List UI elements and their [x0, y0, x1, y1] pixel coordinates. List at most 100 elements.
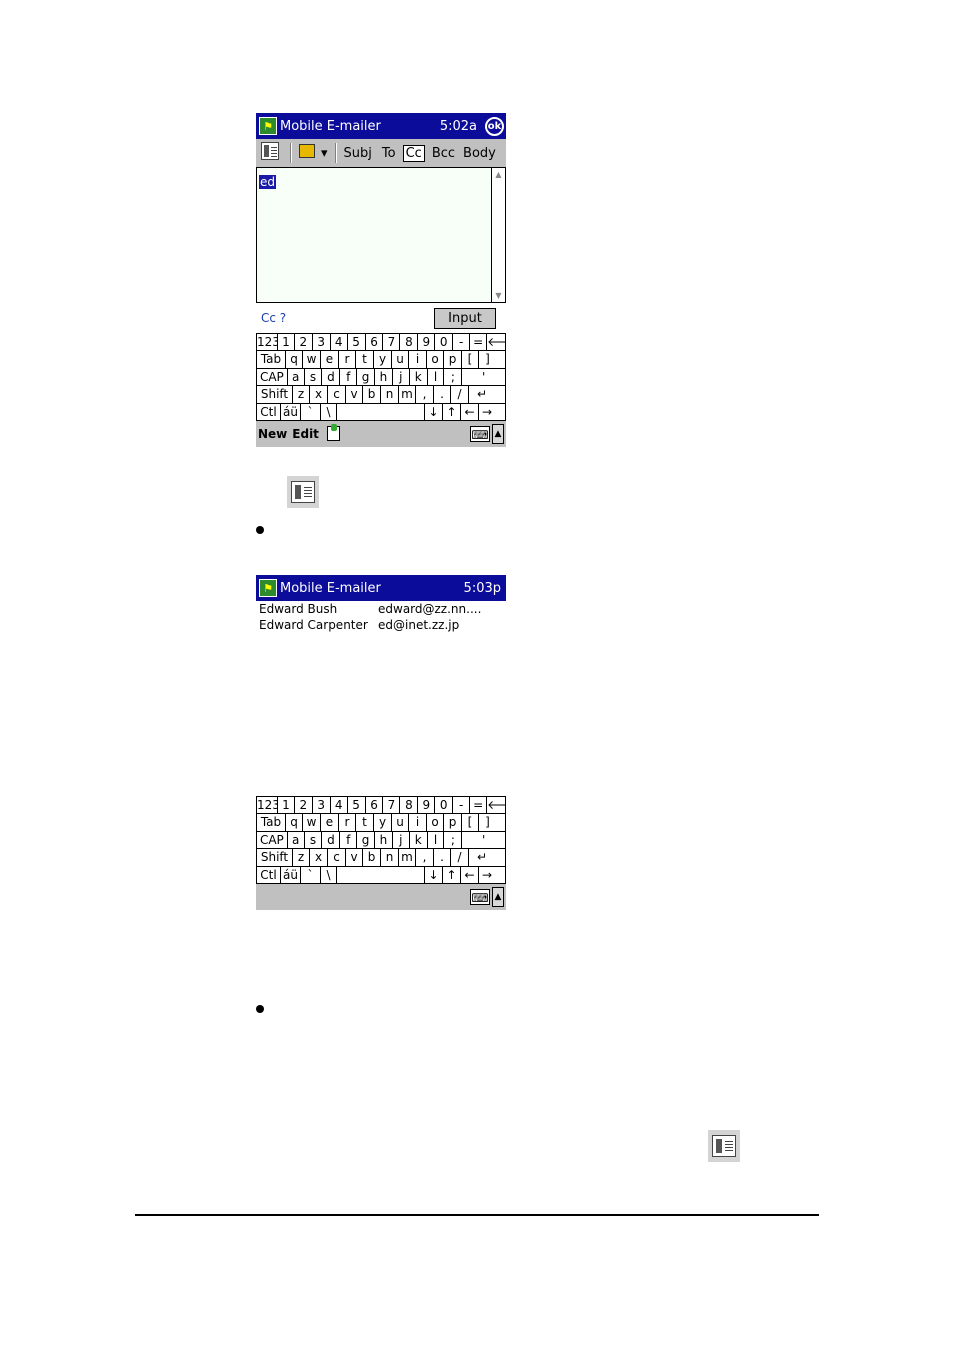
- key[interactable]: 7: [383, 797, 401, 814]
- key[interactable]: ↵: [469, 849, 495, 865]
- key[interactable]: ↵: [469, 386, 495, 402]
- vertical-scrollbar[interactable]: ▲ ▼: [491, 168, 505, 302]
- key[interactable]: ,: [416, 849, 434, 866]
- key[interactable]: áü: [281, 866, 301, 883]
- subj-button[interactable]: Subj: [341, 145, 375, 162]
- key[interactable]: h: [375, 831, 393, 849]
- key[interactable]: Ctl: [257, 866, 281, 883]
- key[interactable]: [: [462, 814, 479, 831]
- key[interactable]: p: [444, 814, 462, 831]
- scroll-up-icon[interactable]: ▲: [492, 168, 505, 181]
- key[interactable]: d: [322, 368, 341, 386]
- key[interactable]: `: [301, 403, 321, 420]
- key[interactable]: 4: [331, 797, 348, 814]
- key[interactable]: h: [375, 368, 393, 386]
- key[interactable]: ←: [461, 866, 479, 883]
- key[interactable]: 7: [383, 334, 401, 351]
- key[interactable]: a: [288, 368, 305, 386]
- address-book-button[interactable]: [258, 141, 282, 165]
- key[interactable]: n: [381, 386, 399, 403]
- key[interactable]: \: [321, 866, 337, 883]
- key[interactable]: i: [409, 814, 427, 831]
- key[interactable]: -: [453, 797, 471, 814]
- key[interactable]: 2: [295, 797, 313, 814]
- key[interactable]: 0: [435, 334, 454, 351]
- key[interactable]: m: [399, 849, 416, 866]
- key[interactable]: z: [293, 849, 310, 866]
- key[interactable]: o: [427, 351, 444, 368]
- key[interactable]: 🡐: [487, 797, 505, 813]
- key[interactable]: =: [470, 334, 488, 351]
- start-flag-icon[interactable]: ⚑: [259, 579, 277, 597]
- key[interactable]: f: [340, 831, 358, 849]
- key[interactable]: l: [428, 368, 445, 386]
- to-button[interactable]: To: [379, 145, 399, 162]
- key[interactable]: y: [374, 814, 392, 831]
- key[interactable]: 9: [418, 797, 436, 814]
- key[interactable]: /: [451, 386, 469, 403]
- key[interactable]: l: [428, 831, 445, 849]
- ok-button[interactable]: ok: [485, 116, 504, 136]
- key[interactable]: r: [339, 351, 356, 368]
- key[interactable]: s: [305, 831, 323, 849]
- key[interactable]: r: [339, 814, 356, 831]
- bcc-button[interactable]: Bcc: [429, 145, 458, 162]
- start-flag-icon[interactable]: ⚑: [259, 117, 277, 135]
- key[interactable]: [337, 403, 425, 420]
- contact-row[interactable]: Edward Carpenter ed@inet.zz.jp: [256, 617, 506, 633]
- sip-up-arrow-icon[interactable]: ▲: [492, 423, 504, 444]
- clock[interactable]: 5:03p: [464, 581, 501, 596]
- key[interactable]: v: [346, 386, 363, 403]
- key[interactable]: a: [288, 831, 305, 849]
- cc-button[interactable]: Cc: [402, 144, 425, 162]
- key[interactable]: p: [444, 351, 462, 368]
- key[interactable]: j: [393, 368, 410, 386]
- key[interactable]: 6: [366, 797, 384, 814]
- key[interactable]: ]: [479, 814, 496, 830]
- key[interactable]: u: [392, 351, 409, 368]
- input-button[interactable]: Input: [434, 307, 496, 329]
- key[interactable]: →: [479, 867, 495, 883]
- key[interactable]: ↓: [425, 403, 443, 420]
- key[interactable]: 0: [435, 797, 454, 814]
- key[interactable]: ↓: [425, 866, 443, 883]
- key[interactable]: ]: [479, 351, 496, 367]
- key[interactable]: w: [303, 814, 321, 831]
- clock[interactable]: 5:02a: [440, 119, 477, 134]
- keyboard-icon[interactable]: ⌨: [470, 425, 490, 442]
- key[interactable]: e: [321, 814, 339, 831]
- key[interactable]: b: [363, 849, 381, 866]
- key[interactable]: .: [434, 386, 451, 403]
- key[interactable]: g: [357, 831, 376, 849]
- key[interactable]: o: [427, 814, 444, 831]
- key[interactable]: 1: [278, 797, 295, 814]
- key[interactable]: k: [410, 831, 428, 849]
- key[interactable]: k: [410, 368, 428, 386]
- key[interactable]: 9: [418, 334, 436, 351]
- key[interactable]: g: [357, 368, 376, 386]
- key[interactable]: x: [310, 849, 328, 866]
- book-button[interactable]: [296, 143, 318, 163]
- dropdown-arrow[interactable]: ▾: [318, 145, 331, 162]
- body-button[interactable]: Body: [460, 145, 499, 162]
- key[interactable]: [: [462, 351, 479, 368]
- key[interactable]: f: [340, 368, 358, 386]
- key[interactable]: \: [321, 403, 337, 420]
- key[interactable]: s: [305, 368, 323, 386]
- key[interactable]: c: [328, 849, 346, 866]
- key[interactable]: i: [409, 351, 427, 368]
- key[interactable]: t: [356, 814, 374, 831]
- menu-edit[interactable]: Edit: [292, 427, 319, 441]
- key[interactable]: ': [462, 369, 505, 385]
- key[interactable]: d: [322, 831, 341, 849]
- key[interactable]: 6: [366, 334, 384, 351]
- key[interactable]: 2: [295, 334, 313, 351]
- note-icon[interactable]: [326, 424, 340, 442]
- key[interactable]: q: [286, 351, 303, 368]
- key[interactable]: x: [310, 386, 328, 403]
- contact-row[interactable]: Edward Bush edward@zz.nn....: [256, 601, 506, 617]
- key[interactable]: Tab: [257, 351, 286, 368]
- key[interactable]: 123: [257, 797, 278, 814]
- key[interactable]: 123: [257, 334, 278, 351]
- key[interactable]: n: [381, 849, 399, 866]
